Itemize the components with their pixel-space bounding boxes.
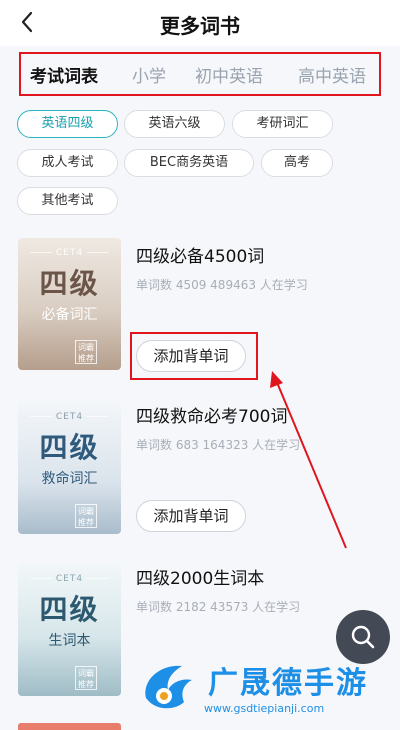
chip-cet4[interactable]: 英语四级: [17, 110, 118, 138]
stamp: 词霸推荐: [75, 504, 97, 528]
list-item[interactable]: CET4 四级 救命词汇 词霸推荐 四级救命必考700词 单词数 683 164…: [0, 400, 400, 560]
stamp: 词霸推荐: [75, 666, 97, 690]
tab-exam-lists[interactable]: 考试词表: [30, 62, 98, 87]
category-tabs: 考试词表 小学 初中英语 高中英语: [19, 52, 381, 96]
chip-postgrad[interactable]: 考研词汇: [232, 110, 333, 138]
book-title: 四级2000生词本: [136, 569, 265, 589]
add-to-study-button[interactable]: 添加背单词: [136, 500, 246, 532]
book-stats: 单词数 2182 43573 人在学习: [136, 600, 301, 614]
book-stats: 单词数 4509 489463 人在学习: [136, 278, 308, 292]
book-title: 四级必备4500词: [136, 247, 265, 267]
stamp: 词霸推荐: [75, 340, 97, 364]
header-bar: 更多词书: [0, 0, 400, 46]
book-cover-partial: [18, 723, 121, 730]
search-button[interactable]: [336, 610, 390, 664]
list-item[interactable]: CET4 四级 必备词汇 词霸推荐 四级必备4500词 单词数 4509 489…: [0, 238, 400, 398]
tab-junior-english[interactable]: 初中英语: [195, 62, 263, 87]
add-to-study-button[interactable]: 添加背单词: [136, 340, 246, 372]
watermark-url: www.gsdtiepianji.com: [204, 702, 325, 715]
chip-gaokao[interactable]: 高考: [261, 149, 333, 177]
book-title: 四级救命必考700词: [136, 407, 288, 427]
book-cover: CET4 四级 必备词汇 词霸推荐: [18, 238, 121, 370]
watermark: 广晟德手游 www.gsdtiepianji.com: [138, 658, 400, 720]
tab-primary[interactable]: 小学: [132, 62, 166, 87]
book-cover: CET4 四级 救命词汇 词霸推荐: [18, 402, 121, 534]
book-stats: 单词数 683 164323 人在学习: [136, 438, 301, 452]
chip-adult-exam[interactable]: 成人考试: [17, 149, 118, 177]
page-title: 更多词书: [160, 14, 240, 38]
tab-senior-english[interactable]: 高中英语: [298, 62, 366, 87]
chip-cet6[interactable]: 英语六级: [124, 110, 225, 138]
watermark-logo: [145, 665, 192, 709]
book-cover: CET4 四级 生词本 词霸推荐: [18, 564, 121, 696]
chip-bec[interactable]: BEC商务英语: [124, 149, 254, 177]
watermark-text: 广晟德手游: [208, 666, 368, 701]
search-icon: [351, 625, 375, 649]
chip-other-exams[interactable]: 其他考试: [17, 187, 118, 215]
